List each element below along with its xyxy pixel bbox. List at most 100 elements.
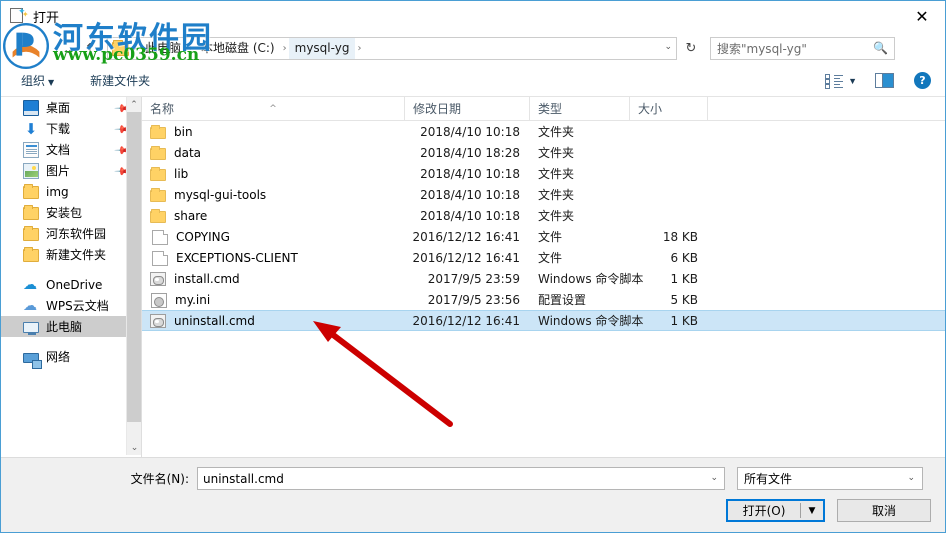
- view-options-caret-icon[interactable]: ▼: [848, 76, 857, 86]
- file-name: data: [174, 145, 202, 160]
- file-name: share: [174, 208, 208, 223]
- cell-name: share: [142, 208, 405, 223]
- table-row[interactable]: share 2018/4/10 10:18 文件夹: [142, 205, 945, 226]
- cell-name: EXCEPTIONS-CLIENT: [142, 250, 405, 266]
- cell-size: 18 KB: [662, 229, 698, 244]
- search-input[interactable]: 搜索"mysql-yg" 🔍: [710, 37, 895, 60]
- table-row[interactable]: data 2018/4/10 18:28 文件夹: [142, 142, 945, 163]
- cell-type: 文件夹: [538, 209, 575, 223]
- open-split-caret-icon[interactable]: ▼: [801, 506, 823, 516]
- sidebar-item-9[interactable]: ☁ WPS云文档: [1, 295, 141, 316]
- filetype-value: 所有文件: [744, 472, 793, 486]
- preview-pane-icon[interactable]: [875, 73, 894, 88]
- open-button[interactable]: 打开(O) ▼: [726, 499, 825, 522]
- breadcrumb-separator[interactable]: ›: [187, 43, 195, 54]
- chevron-down-icon: ▼: [48, 78, 55, 87]
- sidebar-item-7[interactable]: 新建文件夹: [1, 244, 141, 265]
- table-row[interactable]: COPYING 2016/12/12 16:41 文件 18 KB: [142, 226, 945, 247]
- sidebar-item-0[interactable]: 桌面 📌: [1, 97, 141, 118]
- table-row[interactable]: uninstall.cmd 2016/12/12 16:41 Windows 命令脚…: [142, 310, 945, 331]
- sidebar-item-label: 安装包: [46, 206, 83, 220]
- sidebar-item-2[interactable]: 文档 📌: [1, 139, 141, 160]
- network-icon: [23, 353, 42, 369]
- sidebar-item-8[interactable]: ☁ OneDrive: [1, 274, 141, 295]
- search-icon: 🔍: [873, 41, 888, 55]
- file-name: mysql-gui-tools: [174, 187, 267, 202]
- table-row[interactable]: install.cmd 2017/9/5 23:59 Windows 命令脚本 1 K…: [142, 268, 945, 289]
- open-button-label: 打开(O): [742, 504, 786, 518]
- documents-icon: [23, 141, 39, 158]
- sidebar-item-label: 文档: [46, 143, 71, 157]
- chevron-down-icon[interactable]: ⌄: [710, 473, 718, 483]
- open-file-dialog: ✦ ✦ 打开 ✕ ⌄ ↑ › 此电脑 › 本地磁盘 (C:) › mysql-y…: [0, 0, 946, 533]
- sidebar-item-5[interactable]: 安装包: [1, 202, 141, 223]
- table-row[interactable]: lib 2018/4/10 10:18 文件夹: [142, 163, 945, 184]
- column-header-row: 名称 ^ 修改日期 类型 大小: [142, 97, 945, 121]
- view-options-icon[interactable]: [825, 73, 844, 89]
- breadcrumb-item-mysql-yg[interactable]: mysql-yg: [288, 38, 356, 59]
- cancel-button[interactable]: 取消: [837, 499, 931, 522]
- breadcrumb-separator[interactable]: ›: [281, 43, 289, 54]
- refresh-icon[interactable]: ↻: [679, 37, 703, 60]
- filetype-select[interactable]: 所有文件 ⌄: [737, 467, 923, 490]
- sidebar-item-1[interactable]: ⬇ 下载 📌: [1, 118, 141, 139]
- column-header-size[interactable]: 大小: [630, 97, 708, 121]
- column-header-date[interactable]: 修改日期: [405, 97, 530, 121]
- arrow-up-icon[interactable]: ↑: [79, 37, 101, 61]
- toolbar-right-group: ▼ ?: [825, 72, 945, 89]
- breadcrumb-item-local-disk[interactable]: 本地磁盘 (C:): [195, 38, 281, 59]
- breadcrumb-item-this-pc[interactable]: 此电脑: [139, 38, 187, 59]
- file-list-pane: 名称 ^ 修改日期 类型 大小 bin 2018/4/10 10:18 文件夹 dat…: [142, 97, 945, 457]
- sidebar-item-11[interactable]: 网络: [1, 346, 141, 369]
- breadcrumb-separator[interactable]: ›: [355, 43, 363, 54]
- filename-value: uninstall.cmd: [203, 471, 284, 486]
- chevron-up-icon[interactable]: ⌃: [127, 97, 141, 112]
- column-header-name[interactable]: 名称 ^: [142, 97, 405, 121]
- chevron-down-icon[interactable]: ⌄: [127, 440, 141, 455]
- sidebar-item-3[interactable]: 图片 📌: [1, 160, 141, 181]
- column-header-type[interactable]: 类型: [530, 97, 630, 121]
- file-icon: [152, 229, 168, 245]
- cell-name: mysql-gui-tools: [142, 187, 405, 202]
- cell-date: 2018/4/10 10:18: [420, 166, 520, 181]
- table-row[interactable]: bin 2018/4/10 10:18 文件夹: [142, 121, 945, 142]
- cell-name: bin: [142, 124, 405, 139]
- onedrive-icon: ☁: [23, 276, 37, 293]
- cell-date: 2016/12/12 16:41: [412, 229, 520, 244]
- cell-date: 2018/4/10 18:28: [420, 145, 520, 160]
- chevron-down-icon[interactable]: ⌄: [664, 42, 672, 52]
- cell-type: Windows 命令脚本: [538, 314, 644, 328]
- cell-name: lib: [142, 166, 405, 181]
- folder-icon: [150, 209, 166, 223]
- dialog-content: 桌面 📌 ⬇ 下载 📌 文档 📌 图片 📌 img 安装包 河东软件园 新建文件夹 ☁ OneDrive ☁ W…: [1, 97, 945, 457]
- breadcrumb-separator[interactable]: ›: [131, 43, 139, 54]
- sidebar-item-label: 新建文件夹: [46, 248, 107, 262]
- navigation-sidebar: 桌面 📌 ⬇ 下载 📌 文档 📌 图片 📌 img 安装包河东软件园新建文件夹 ☁ OneDrive ☁ W…: [1, 97, 141, 457]
- sidebar-item-label: 桌面: [46, 101, 71, 115]
- pictures-icon: [23, 162, 39, 179]
- table-row[interactable]: EXCEPTIONS-CLIENT 2016/12/12 16:41 文件 6 KB: [142, 247, 945, 268]
- file-name: my.ini: [175, 292, 211, 307]
- help-button[interactable]: ?: [914, 72, 931, 89]
- folder-icon: [150, 146, 166, 160]
- filename-input[interactable]: uninstall.cmd ⌄: [197, 467, 725, 490]
- file-name: lib: [174, 166, 189, 181]
- sidebar-scrollbar[interactable]: ⌃ ⌄: [126, 97, 141, 455]
- cell-name: uninstall.cmd: [142, 313, 405, 328]
- chevron-down-icon[interactable]: ⌄: [57, 37, 79, 61]
- sidebar-item-6[interactable]: 河东软件园: [1, 223, 141, 244]
- close-icon[interactable]: ✕: [899, 1, 945, 31]
- organize-button[interactable]: 组织 ▼: [15, 69, 60, 92]
- sidebar-item-10[interactable]: 此电脑: [1, 316, 141, 337]
- folder-icon: [112, 39, 129, 56]
- scrollbar-thumb[interactable]: [127, 112, 141, 422]
- file-name: uninstall.cmd: [174, 313, 255, 328]
- downloads-icon: ⬇: [24, 119, 38, 138]
- table-row[interactable]: mysql-gui-tools 2018/4/10 10:18 文件夹: [142, 184, 945, 205]
- address-bar[interactable]: › 此电脑 › 本地磁盘 (C:) › mysql-yg › ⌄: [107, 37, 677, 60]
- sidebar-item-4[interactable]: img: [1, 181, 141, 202]
- new-folder-button[interactable]: 新建文件夹: [84, 69, 156, 92]
- table-row[interactable]: my.ini 2017/9/5 23:56 配置设置 5 KB: [142, 289, 945, 310]
- cell-type: 文件: [538, 251, 563, 265]
